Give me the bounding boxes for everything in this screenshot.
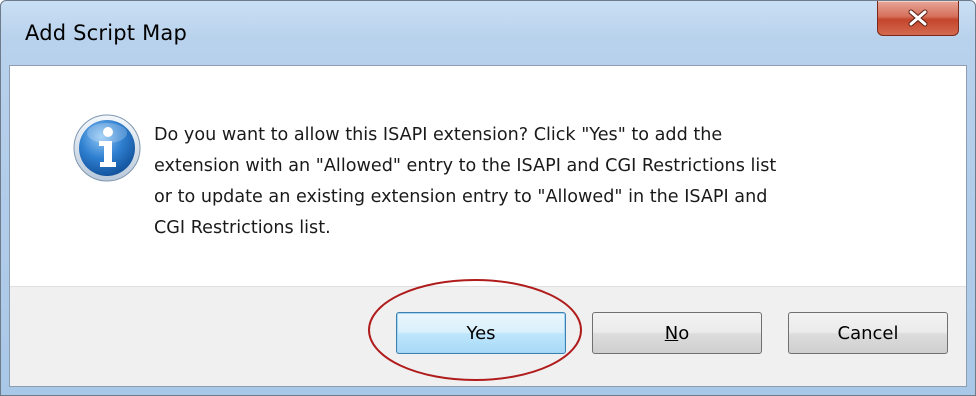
window-title: Add Script Map [25,21,188,45]
yes-button-label: Yes [466,322,496,344]
message-area: Do you want to allow this ISAPI extensio… [10,66,966,286]
no-button[interactable]: No [592,312,762,354]
title-bar[interactable]: Add Script Map [1,1,975,65]
close-button[interactable] [877,1,959,36]
dialog-client-area: Do you want to allow this ISAPI extensio… [9,65,967,387]
no-button-mnemonic: N [664,322,679,344]
dialog-window: Add Script Map Do you want to allow this… [0,0,976,396]
close-icon [908,9,928,27]
dialog-message: Do you want to allow this ISAPI extensio… [154,125,777,238]
cancel-button-label: Cancel [837,322,899,344]
yes-button[interactable]: Yes [396,312,566,354]
cancel-button[interactable]: Cancel [788,312,948,354]
no-button-label: o [678,322,690,344]
information-icon [73,114,141,182]
button-bar: Yes No Cancel [10,286,966,386]
